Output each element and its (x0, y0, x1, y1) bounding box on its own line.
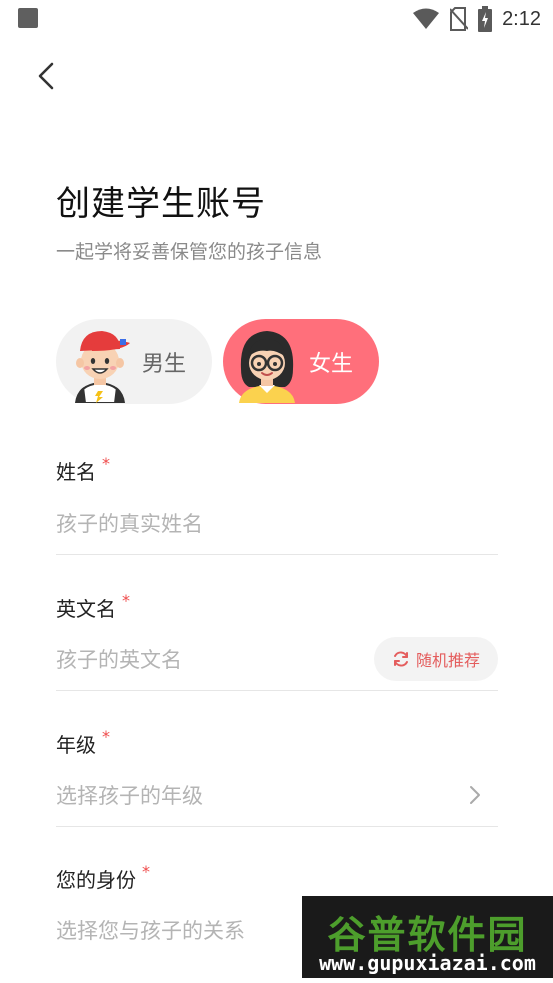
boy-avatar-icon (74, 330, 130, 403)
name-field: 姓名 * 孩子的真实姓名 (56, 456, 498, 556)
gender-female-button[interactable]: 女生 (223, 319, 379, 404)
back-arrow-icon[interactable] (30, 58, 66, 94)
watermark-url: www.gupuxiazai.com (319, 951, 536, 975)
girl-avatar-icon (239, 330, 295, 403)
name-label: 姓名 (56, 460, 96, 484)
required-mark: * (102, 454, 110, 473)
divider (56, 554, 498, 555)
grade-field[interactable]: 年级 * 选择孩子的年级 (56, 729, 498, 829)
grade-select[interactable]: 选择孩子的年级 (56, 780, 203, 810)
divider (56, 826, 498, 827)
identity-select[interactable]: 选择您与孩子的关系 (56, 915, 245, 945)
english-name-label-row: 英文名 * (56, 593, 498, 622)
wifi-icon (413, 8, 440, 29)
grade-label-row: 年级 * (56, 729, 498, 758)
no-sim-icon (450, 7, 469, 31)
divider (56, 690, 498, 691)
refresh-icon (393, 651, 408, 667)
english-name-field: 英文名 * 孩子的英文名 随机推荐 (56, 593, 498, 693)
required-mark: * (102, 727, 110, 746)
name-label-row: 姓名 * (56, 456, 498, 485)
random-recommend-button[interactable]: 随机推荐 (374, 637, 498, 681)
watermark: 谷普软件园 www.gupuxiazai.com (302, 896, 553, 978)
english-name-input[interactable]: 孩子的英文名 (56, 644, 182, 674)
required-mark: * (122, 591, 130, 610)
grade-label: 年级 (56, 733, 96, 757)
identity-label-row: 您的身份 * (56, 864, 498, 893)
page-subtitle: 一起学将妥善保管您的孩子信息 (56, 241, 323, 263)
status-time: 2:12 (502, 7, 541, 30)
notification-icon (18, 8, 38, 28)
identity-label: 您的身份 (56, 868, 136, 892)
gender-male-button[interactable]: 男生 (56, 319, 212, 404)
battery-charging-icon (478, 6, 493, 32)
name-input[interactable]: 孩子的真实姓名 (56, 508, 203, 538)
english-name-label: 英文名 (56, 597, 116, 621)
required-mark: * (142, 862, 150, 881)
gender-female-label: 女生 (309, 351, 354, 377)
chevron-right-icon (470, 786, 480, 804)
status-icons: 2:12 (412, 4, 541, 34)
status-bar: 2:12 (0, 0, 553, 38)
gender-male-label: 男生 (142, 351, 187, 377)
page-title: 创建学生账号 (56, 184, 266, 224)
random-recommend-label: 随机推荐 (415, 651, 480, 670)
